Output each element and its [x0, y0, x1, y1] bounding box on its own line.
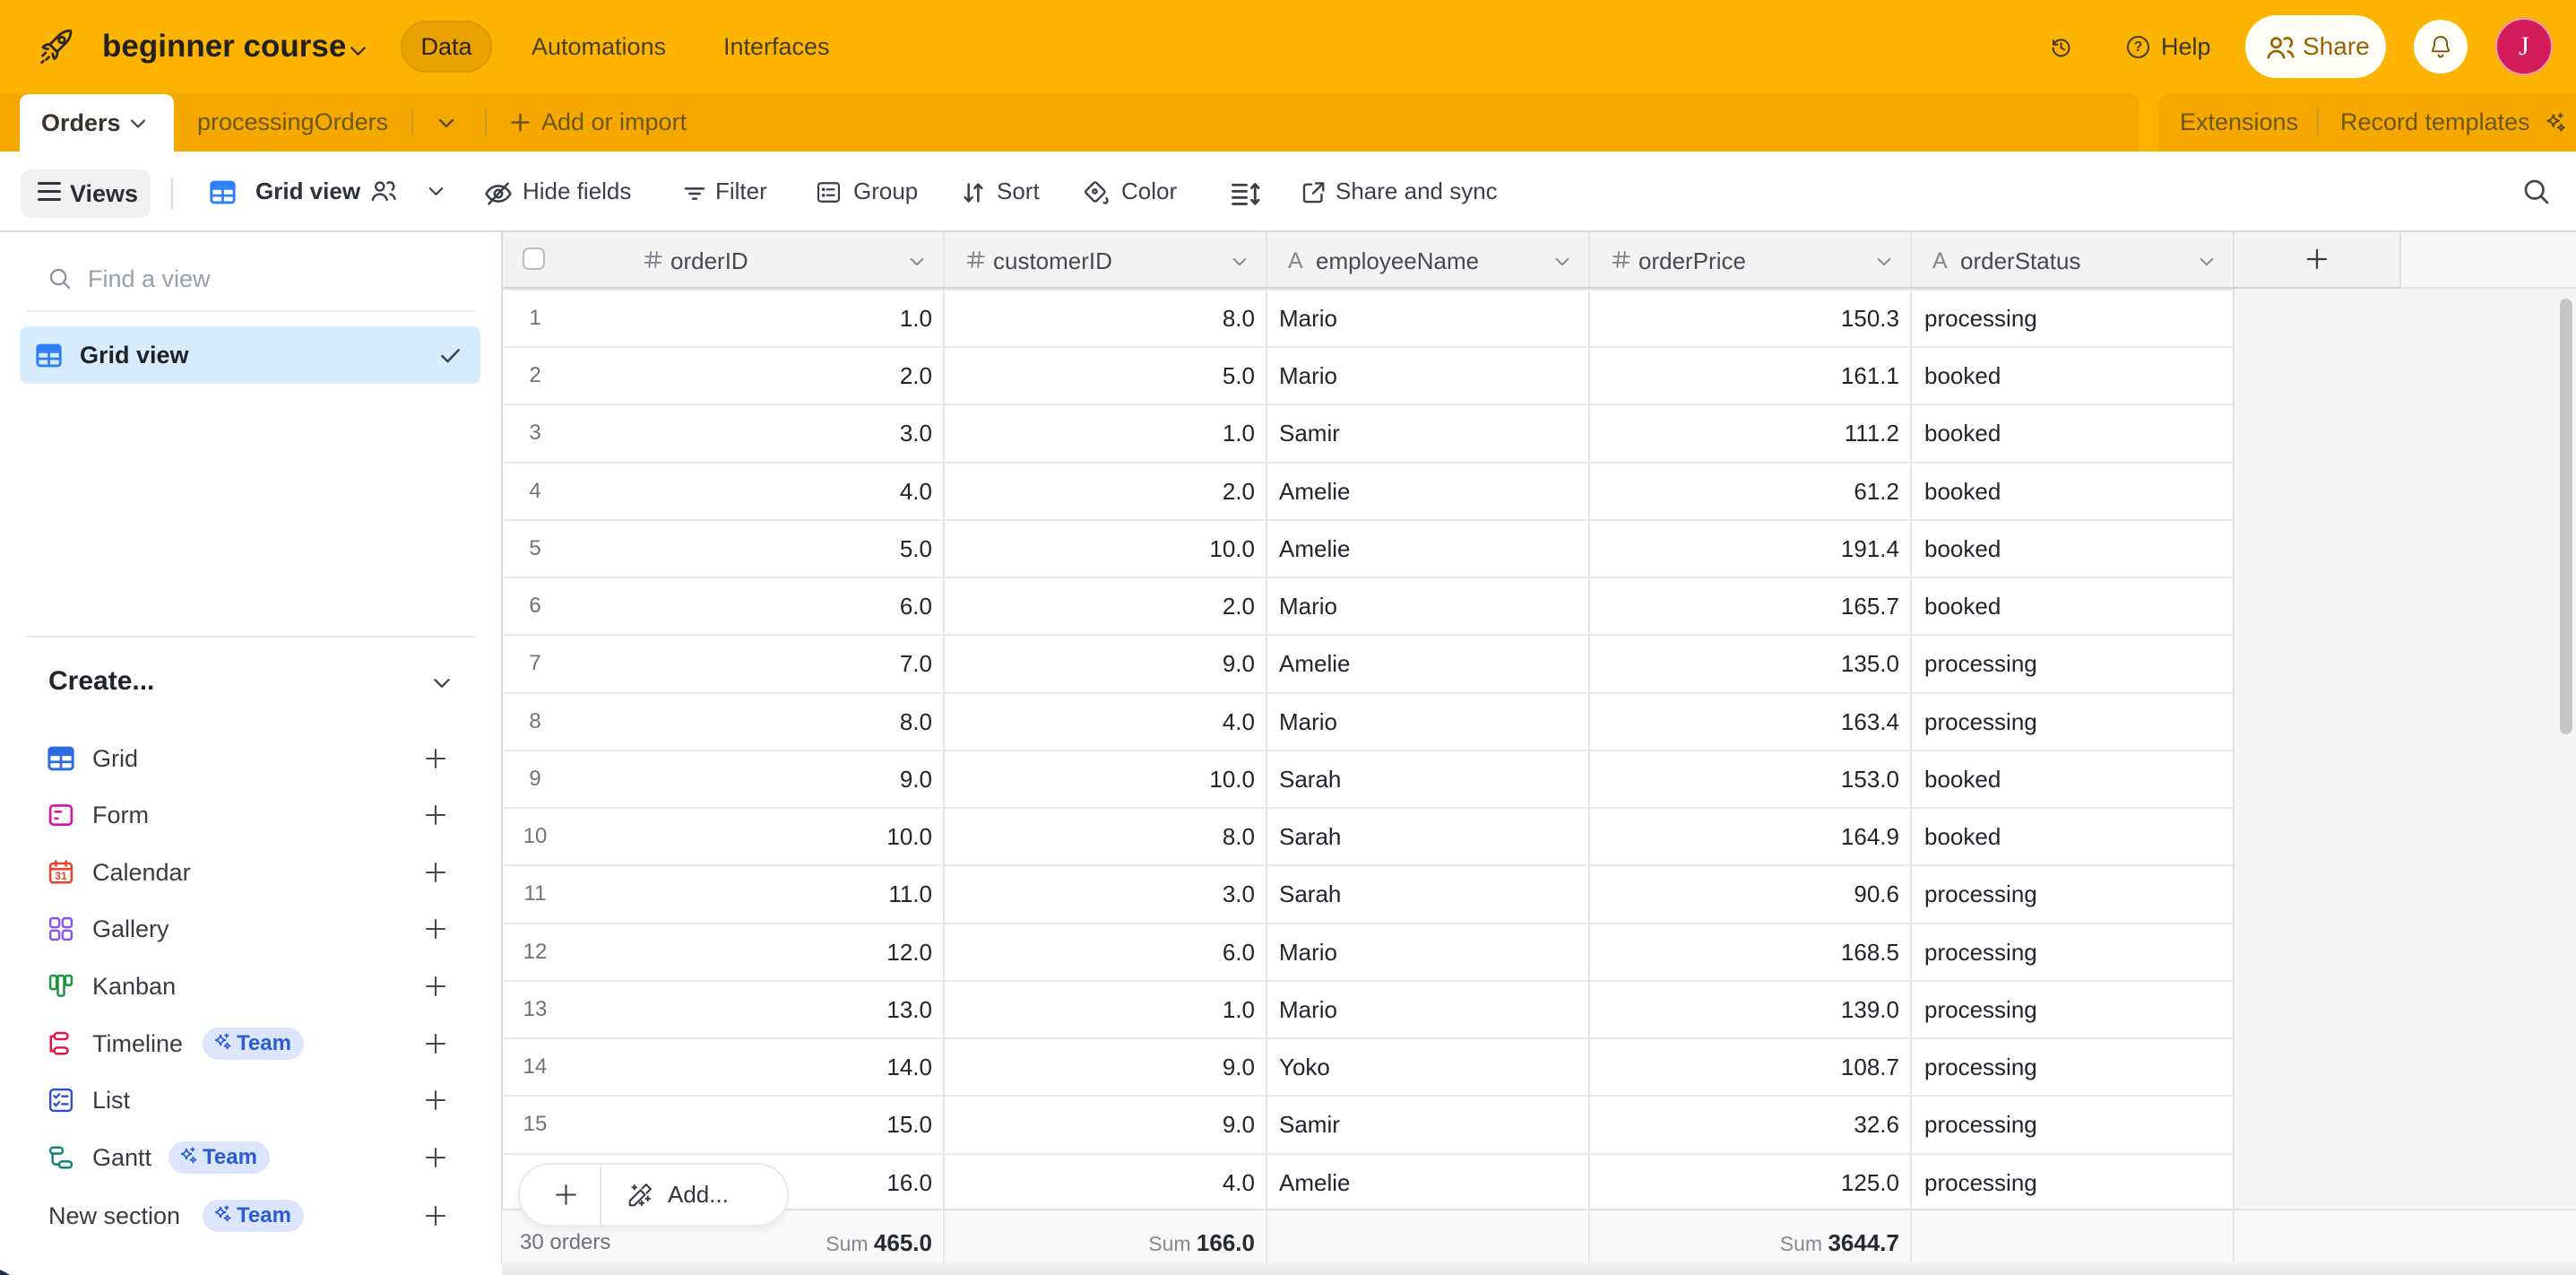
svg-text:31: 31 — [55, 870, 67, 882]
